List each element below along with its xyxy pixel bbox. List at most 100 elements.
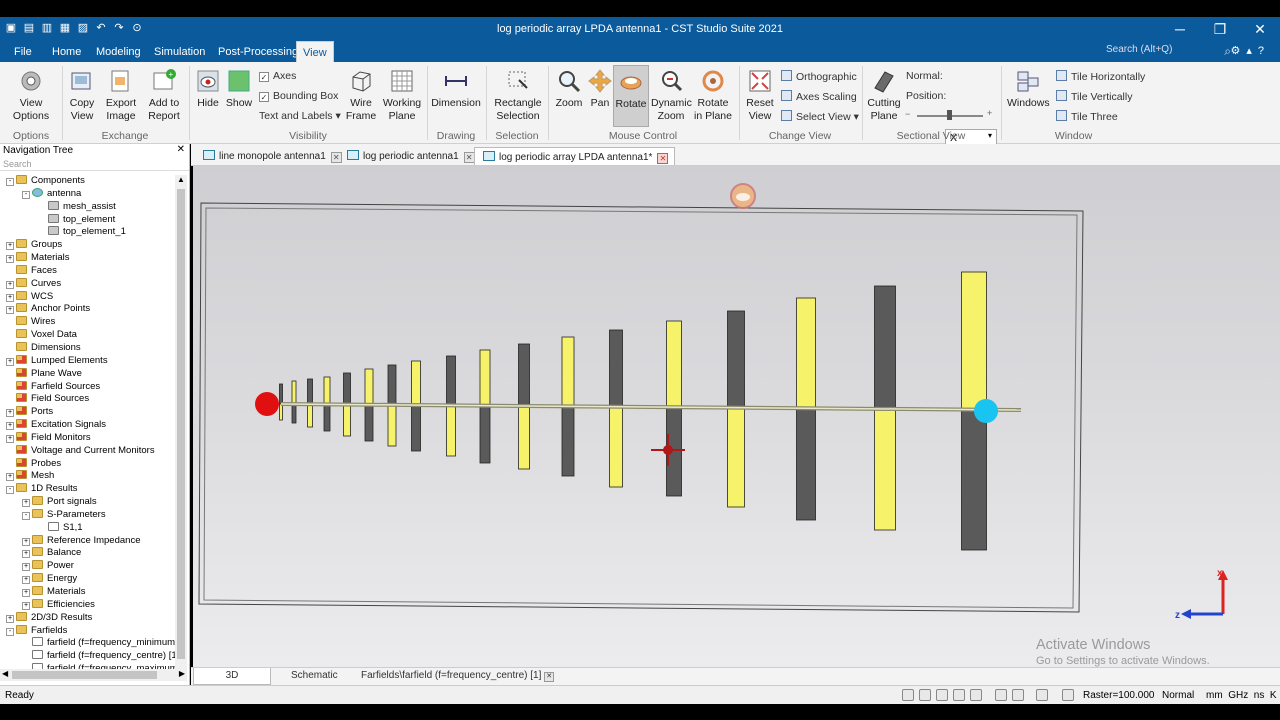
cutting-plane-button[interactable]: Cutting Plane	[866, 68, 902, 123]
expand-icon[interactable]: +	[6, 280, 14, 289]
pan-status-icon[interactable]	[919, 689, 931, 701]
scroll-up-icon[interactable]: ▲	[177, 175, 185, 184]
expand-icon[interactable]: +	[6, 614, 14, 623]
collapse-icon[interactable]: -	[6, 178, 14, 186]
slider-thumb[interactable]	[947, 110, 952, 120]
tree-item[interactable]: + Power	[0, 560, 175, 573]
collapse-icon[interactable]: -	[22, 511, 30, 520]
axes-scaling-button[interactable]: Axes Scaling	[781, 90, 857, 103]
pan-button[interactable]: Pan	[585, 68, 615, 110]
collapse-icon[interactable]: -	[6, 486, 14, 495]
rotate-plane-status-icon[interactable]	[970, 689, 982, 701]
axes-checkbox[interactable]: ✓ Axes	[259, 70, 296, 82]
tree-item[interactable]: + Port signals	[0, 496, 175, 509]
export-image-button[interactable]: Export Image	[103, 68, 139, 123]
vertical-scrollbar[interactable]: ▲	[175, 175, 187, 670]
wire-frame-button[interactable]: Wire Frame	[344, 68, 378, 123]
tree-item[interactable]: top_element_1	[0, 226, 175, 239]
collapse-icon[interactable]: -	[6, 627, 14, 636]
tree-item[interactable]: Dimensions	[0, 341, 175, 355]
tree-item[interactable]: Probes	[0, 457, 175, 471]
position-slider[interactable]: − +	[905, 108, 995, 121]
minimize-button[interactable]: ─	[1160, 17, 1200, 41]
port-marker-red[interactable]	[255, 392, 279, 416]
expand-icon[interactable]: +	[6, 293, 14, 302]
tree-item[interactable]: + Materials	[0, 252, 175, 265]
rotate-status-icon[interactable]	[936, 689, 948, 701]
reset-view-button[interactable]: Reset View	[743, 68, 777, 123]
expand-icon[interactable]: +	[22, 576, 30, 585]
tree-item[interactable]: S1,1	[0, 521, 175, 535]
tree-item[interactable]: + Lumped Elements	[0, 354, 175, 368]
expand-icon[interactable]: +	[22, 537, 30, 546]
tree-item[interactable]: - Components	[0, 175, 175, 188]
doc-tab-line-monopole[interactable]: line monopole antenna1 ✕	[195, 147, 348, 165]
tree-item[interactable]: Voltage and Current Monitors	[0, 444, 175, 458]
tile-vertically-button[interactable]: Tile Vertically	[1056, 90, 1132, 103]
tree-item[interactable]: + Energy	[0, 573, 175, 586]
tree-item[interactable]: + Curves	[0, 277, 175, 291]
expand-icon[interactable]: +	[22, 499, 30, 508]
grid-status-icon[interactable]	[1062, 689, 1074, 701]
tree-item[interactable]: farfield (f=frequency_minimum) [1]	[0, 637, 175, 650]
horizontal-scrollbar[interactable]: ◀ ▶	[0, 669, 187, 681]
tree-item[interactable]: + Field Monitors	[0, 431, 175, 445]
tree-item[interactable]: + Reference Impedance	[0, 534, 175, 548]
view-tab-3d[interactable]: 3D	[193, 668, 271, 685]
tree-item[interactable]: - antenna	[0, 187, 175, 201]
3d-viewport[interactable]: x z	[193, 166, 1280, 667]
cut-status-icon[interactable]	[1012, 689, 1024, 701]
tree-item[interactable]: farfield (f=frequency_centre) [1]	[0, 650, 175, 663]
tree-item[interactable]: Field Sources	[0, 393, 175, 406]
scroll-left-icon[interactable]: ◀	[2, 669, 8, 678]
text-and-labels-button[interactable]: Text and Labels ▾	[259, 110, 341, 122]
view-options-button[interactable]: View Options	[10, 68, 52, 123]
expand-icon[interactable]: +	[6, 409, 14, 418]
working-plane-button[interactable]: Working Plane	[381, 68, 423, 123]
navigation-search-input[interactable]: Search	[0, 157, 189, 171]
tree-item[interactable]: + Efficiencies	[0, 598, 175, 612]
help-icons[interactable]: ⚙▴?	[1230, 44, 1270, 57]
rotate-button[interactable]: Rotate	[613, 65, 649, 127]
tree-item[interactable]: mesh_assist	[0, 200, 175, 214]
bounding-box-checkbox[interactable]: ✓ Bounding Box	[259, 90, 338, 102]
cube-status-icon[interactable]	[1036, 689, 1048, 701]
windows-button[interactable]: Windows	[1007, 68, 1050, 110]
tree-item[interactable]: + Anchor Points	[0, 303, 175, 316]
expand-icon[interactable]: +	[22, 589, 30, 597]
menu-tab-simulation[interactable]: Simulation	[148, 44, 211, 60]
expand-icon[interactable]: +	[22, 550, 30, 559]
tree-item[interactable]: + Balance	[0, 547, 175, 560]
tree-item[interactable]: + Ports	[0, 406, 175, 419]
close-tab-icon[interactable]: ✕	[657, 153, 669, 164]
expand-icon[interactable]: +	[6, 255, 14, 264]
hide-button[interactable]: Hide	[193, 68, 223, 110]
expand-icon[interactable]: +	[6, 422, 14, 431]
tree-item[interactable]: + Excitation Signals	[0, 419, 175, 432]
tree-item[interactable]: + Mesh	[0, 470, 175, 483]
tree-item[interactable]: - Farfields	[0, 624, 175, 638]
tree-item[interactable]: Voxel Data	[0, 329, 175, 342]
zoom-button[interactable]: Zoom	[553, 68, 585, 110]
tree-item[interactable]: + WCS	[0, 290, 175, 304]
dynamic-zoom-button[interactable]: Dynamic Zoom	[651, 68, 692, 123]
expand-icon[interactable]: +	[22, 601, 30, 610]
expand-icon[interactable]: +	[6, 473, 14, 482]
dimension-button[interactable]: Dimension	[431, 68, 481, 110]
scroll-right-icon[interactable]: ▶	[179, 669, 185, 678]
menu-tab-modeling[interactable]: Modeling	[90, 44, 147, 60]
copy-view-button[interactable]: Copy View	[64, 68, 100, 123]
scrollbar-thumb[interactable]	[177, 189, 185, 659]
tree-item[interactable]: + Materials	[0, 586, 175, 599]
tile-horizontally-button[interactable]: Tile Horizontally	[1056, 70, 1145, 83]
view-tab-schematic[interactable]: Schematic	[291, 670, 338, 681]
antenna-model[interactable]: x z	[193, 166, 1280, 667]
close-tab-icon[interactable]: ✕	[544, 672, 555, 682]
close-tab-icon[interactable]: ✕	[463, 152, 475, 163]
tree-item[interactable]: - 1D Results	[0, 483, 175, 496]
expand-icon[interactable]: +	[6, 357, 14, 366]
show-button[interactable]: Show	[224, 68, 254, 110]
maximize-button[interactable]: ❐	[1200, 17, 1240, 41]
view-tab-farfield[interactable]: Farfields\farfield (f=frequency_centre) …	[361, 670, 555, 682]
doc-tab-log-periodic[interactable]: log periodic antenna1 ✕	[339, 147, 481, 165]
